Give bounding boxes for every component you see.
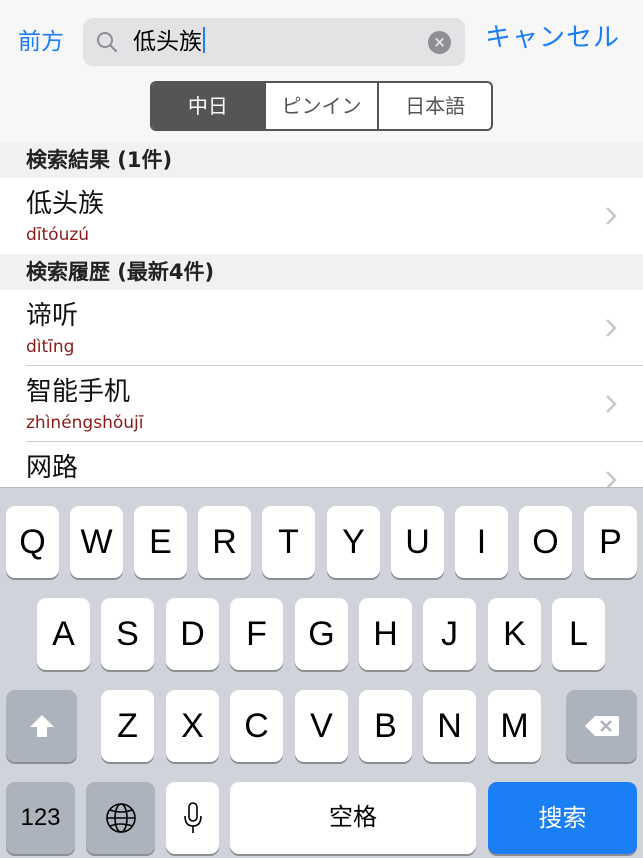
results-section-header: 検索結果 (1件) — [0, 142, 643, 178]
result-pinyin: dītóuzú — [26, 225, 90, 245]
history-pinyin: zhìnéngshǒujī — [26, 413, 144, 433]
shift-key[interactable] — [6, 690, 77, 762]
navigation-bar: 前方 低头族 × キャンセル 中日 ピンイン 日本語 — [0, 0, 643, 142]
history-word: 智能手机 — [26, 377, 131, 407]
key-m[interactable]: M — [488, 690, 541, 762]
history-row[interactable]: 智能手机 zhìnéngshǒujī — [0, 366, 643, 442]
chevron-right-icon — [606, 395, 617, 413]
dictation-key[interactable] — [166, 782, 219, 854]
key-k[interactable]: K — [488, 598, 541, 670]
globe-icon — [105, 803, 136, 833]
search-input-value: 低头族 — [133, 29, 202, 55]
key-x[interactable]: X — [166, 690, 219, 762]
numbers-key[interactable]: 123 — [6, 782, 75, 854]
key-s[interactable]: S — [101, 598, 154, 670]
key-c[interactable]: C — [230, 690, 283, 762]
search-field[interactable]: 低头族 × — [83, 18, 465, 66]
segment-pinyin[interactable]: ピンイン — [263, 83, 378, 129]
key-a[interactable]: A — [37, 598, 90, 670]
dictionary-mode-control: 中日 ピンイン 日本語 — [150, 81, 493, 131]
clear-search-button[interactable]: × — [428, 31, 451, 54]
history-section-header: 検索履歴 (最新4件) — [0, 254, 643, 290]
history-pinyin: dìtīng — [26, 337, 75, 357]
key-f[interactable]: F — [230, 598, 283, 670]
key-w[interactable]: W — [70, 506, 123, 578]
key-v[interactable]: V — [295, 690, 348, 762]
key-b[interactable]: B — [359, 690, 412, 762]
key-j[interactable]: J — [423, 598, 476, 670]
search-key[interactable]: 搜索 — [488, 782, 637, 854]
keyboard: Q W E R T Y U I O P A S D F G H J K L Z … — [0, 487, 643, 858]
key-n[interactable]: N — [423, 690, 476, 762]
key-l[interactable]: L — [552, 598, 605, 670]
result-word: 低头族 — [26, 189, 105, 219]
key-z[interactable]: Z — [101, 690, 154, 762]
key-d[interactable]: D — [166, 598, 219, 670]
history-word: 网路 — [26, 453, 79, 483]
search-icon — [97, 32, 118, 53]
history-row[interactable]: 谛听 dìtīng — [0, 290, 643, 366]
globe-key[interactable] — [86, 782, 155, 854]
key-r[interactable]: R — [198, 506, 251, 578]
key-u[interactable]: U — [391, 506, 444, 578]
key-i[interactable]: I — [455, 506, 508, 578]
key-e[interactable]: E — [134, 506, 187, 578]
delete-key[interactable] — [566, 690, 637, 762]
key-h[interactable]: H — [359, 598, 412, 670]
segment-chinese-japanese[interactable]: 中日 — [152, 83, 264, 129]
history-word: 谛听 — [26, 301, 79, 331]
space-key[interactable]: 空格 — [230, 782, 476, 854]
shift-icon — [29, 715, 54, 737]
text-caret — [203, 27, 205, 53]
key-p[interactable]: P — [584, 506, 637, 578]
segment-japanese[interactable]: 日本語 — [377, 83, 491, 129]
search-input[interactable]: 低头族 — [133, 26, 205, 58]
result-row[interactable]: 低头族 dītóuzú — [0, 178, 643, 254]
chevron-right-icon — [606, 207, 617, 225]
chevron-right-icon — [606, 319, 617, 337]
delete-icon — [584, 716, 619, 736]
key-o[interactable]: O — [519, 506, 572, 578]
key-g[interactable]: G — [295, 598, 348, 670]
key-y[interactable]: Y — [327, 506, 380, 578]
key-q[interactable]: Q — [6, 506, 59, 578]
microphone-icon — [183, 802, 202, 833]
cancel-button[interactable]: キャンセル — [485, 20, 620, 56]
back-button[interactable]: 前方 — [18, 24, 64, 60]
key-t[interactable]: T — [262, 506, 315, 578]
